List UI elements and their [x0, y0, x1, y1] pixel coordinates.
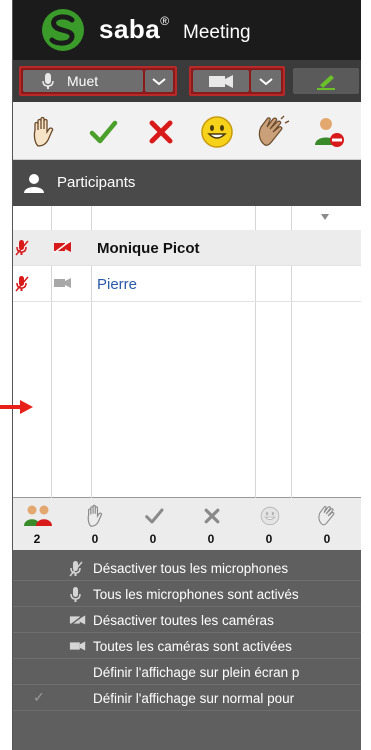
menu-item-all-cameras-enabled[interactable]: Toutes les caméras sont activées: [13, 634, 361, 659]
status-icons-row: [13, 102, 361, 160]
app-header: saba® Meeting: [13, 0, 361, 60]
attendees-count[interactable]: 2: [17, 502, 57, 550]
participant-name: Monique Picot: [97, 240, 200, 257]
checkmark-icon: ✓: [33, 689, 45, 705]
count-value: 0: [149, 532, 157, 546]
chevron-down-icon: [259, 78, 273, 86]
menu-item-mute-all-mics[interactable]: Désactiver tous les microphones: [13, 556, 361, 581]
mic-muted-icon: [15, 240, 29, 256]
camera-off-icon: [69, 614, 86, 626]
camera-dropdown[interactable]: [251, 70, 281, 92]
camera-icon: [69, 641, 86, 651]
count-value: 2: [33, 532, 41, 546]
menu-item-label: Désactiver toutes les caméras: [93, 613, 274, 628]
participant-name[interactable]: Pierre: [97, 276, 137, 293]
mic-muted-icon: [15, 276, 29, 292]
camera-off-icon: [53, 240, 71, 254]
menu-item-disable-all-cameras[interactable]: Désactiver toutes les caméras: [13, 608, 361, 633]
microphone-group: Muet: [19, 66, 177, 96]
participant-list: Monique Picot Pierre: [13, 206, 361, 498]
participants-header[interactable]: Participants: [13, 160, 361, 206]
menu-item-label: Définir l'affichage sur normal pour: [93, 691, 295, 706]
agree-check-icon: [145, 508, 164, 524]
mic-icon: [70, 587, 81, 602]
media-toolbar: Muet: [13, 60, 361, 102]
pencil-icon: [317, 75, 335, 90]
agree-count[interactable]: 0: [133, 502, 173, 550]
red-arrow-icon: [0, 400, 33, 414]
participant-row[interactable]: Monique Picot: [13, 230, 361, 266]
mic-muted-icon: [69, 561, 83, 577]
camera-group: [189, 66, 285, 96]
applause-icon: [318, 506, 335, 526]
saba-logo-icon: [42, 9, 84, 51]
disagree-count[interactable]: 0: [191, 502, 231, 550]
menu-item-normal-view[interactable]: ✓ Définir l'affichage sur normal pour: [13, 686, 361, 711]
smile-icon[interactable]: [197, 112, 237, 152]
camera-icon: [54, 278, 71, 288]
menu-item-label: Définir l'affichage sur plein écran p: [93, 665, 300, 680]
disagree-x-icon: [204, 508, 220, 524]
menu-item-all-mics-enabled[interactable]: Tous les microphones sont activés: [13, 582, 361, 607]
mic-icon: [42, 73, 54, 89]
microphone-status-label: Muet: [67, 73, 99, 89]
attendees-icon: [24, 505, 52, 526]
camera-icon: [209, 75, 233, 88]
moderator-menu: Désactiver tous les microphones Tous les…: [13, 550, 361, 750]
participants-title: Participants: [57, 174, 136, 191]
applause-count[interactable]: 0: [307, 502, 347, 550]
meeting-panel: saba® Meeting Muet Participants Monique …: [12, 0, 361, 750]
agree-check-icon[interactable]: [83, 112, 123, 152]
applause-icon[interactable]: [253, 112, 293, 152]
microphone-button[interactable]: Muet: [23, 70, 143, 92]
raise-hand-count[interactable]: 0: [75, 502, 115, 550]
participant-row[interactable]: Pierre: [13, 266, 361, 302]
count-value: 0: [265, 532, 273, 546]
chevron-down-icon: [152, 78, 166, 86]
count-value: 0: [207, 532, 215, 546]
sort-caret-icon[interactable]: [321, 214, 329, 220]
raise-hand-icon[interactable]: [25, 112, 65, 152]
annotate-button[interactable]: [293, 68, 359, 94]
smile-count[interactable]: 0: [249, 502, 289, 550]
menu-item-label: Toutes les caméras sont activées: [93, 639, 292, 654]
menu-item-label: Tous les microphones sont activés: [93, 587, 299, 602]
disagree-x-icon[interactable]: [141, 112, 181, 152]
camera-button[interactable]: [193, 70, 249, 92]
person-icon: [24, 174, 44, 193]
count-value: 0: [323, 532, 331, 546]
count-value: 0: [91, 532, 99, 546]
product-name: Meeting: [183, 22, 251, 43]
menu-item-label: Désactiver tous les microphones: [93, 561, 289, 576]
raise-hand-icon: [87, 504, 103, 527]
brand-name: saba®: [99, 14, 170, 44]
microphone-dropdown[interactable]: [145, 70, 173, 92]
status-counts-bar: 2 0 0 0 0 0: [13, 498, 361, 550]
smile-icon: [260, 506, 280, 526]
step-away-icon[interactable]: [309, 112, 349, 152]
menu-item-fullscreen-view[interactable]: Définir l'affichage sur plein écran p: [13, 660, 361, 685]
